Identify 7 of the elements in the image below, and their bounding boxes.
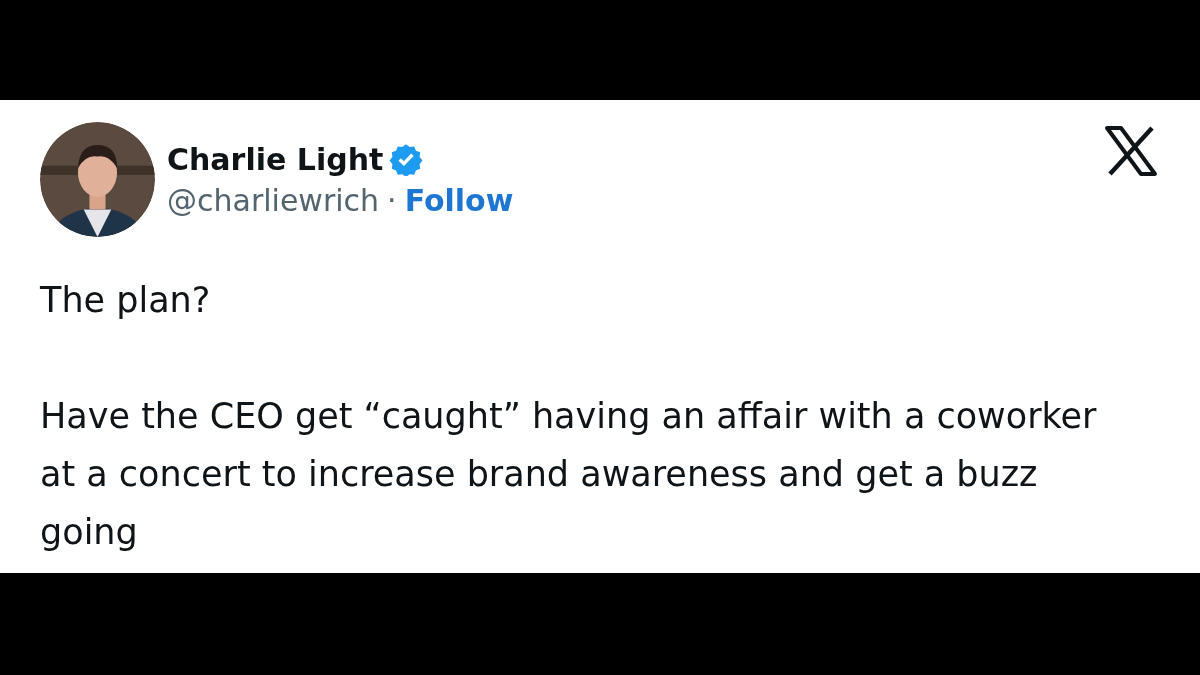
tweet-text: Have the CEO get “caught” having an affair with a coworker at a concert to increase brand awareness and get a buzz going bbox=[40, 395, 1098, 554]
tweet-text: The plan? bbox=[40, 279, 212, 322]
follow-link[interactable]: Follow bbox=[404, 182, 514, 218]
separator-dot: · bbox=[387, 182, 397, 218]
author-name: Charlie Light bbox=[167, 141, 384, 177]
author-handle: @charliewrich bbox=[167, 182, 380, 218]
logo-icon bbox=[1104, 126, 1158, 176]
